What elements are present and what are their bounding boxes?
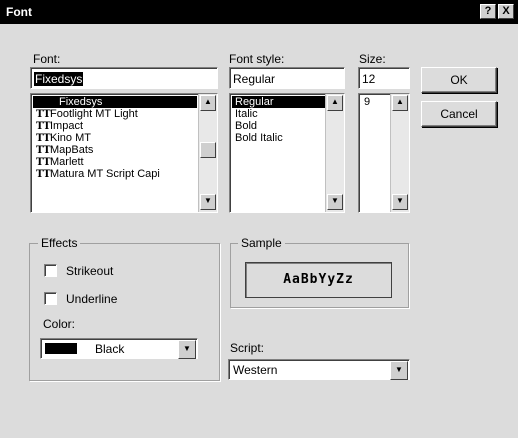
font-style-list-item[interactable]: Bold Italic [232, 132, 326, 144]
font-label: Font: [33, 52, 61, 66]
font-list[interactable]: Fixedsys TTFootlight MT Light TTImpact TTKi… [30, 93, 218, 213]
size-input[interactable]: 12 [358, 67, 410, 89]
font-style-value: Regular [233, 72, 276, 86]
truetype-icon: TT [36, 157, 51, 168]
size-scrollbar[interactable]: ▲ ▼ [390, 94, 409, 212]
font-list-item-label: Footlight MT Light [50, 108, 138, 120]
underline-label[interactable]: Underline [66, 292, 117, 306]
script-select[interactable]: Western ▼ [228, 359, 410, 380]
font-list-item-label: Impact [50, 120, 84, 132]
font-style-input[interactable]: Regular [229, 67, 345, 89]
font-name-input[interactable]: Fixedsys [30, 67, 218, 89]
sample-text: AaBbYyZz [283, 272, 354, 287]
font-style-list-item[interactable]: Regular [232, 96, 326, 108]
help-button[interactable]: ? [480, 4, 496, 19]
size-value: 12 [362, 72, 376, 86]
ok-button[interactable]: OK [421, 67, 497, 93]
font-list-item[interactable]: TTFootlight MT Light [33, 108, 197, 120]
font-list-item-label: Fixedsys [59, 96, 103, 108]
underline-checkbox[interactable] [44, 292, 57, 305]
sample-preview: AaBbYyZz [245, 262, 392, 298]
font-list-item[interactable]: TTMatura MT Script Capi [33, 168, 197, 180]
window-title: Font [6, 5, 32, 19]
font-style-list-item[interactable]: Italic [232, 108, 326, 120]
color-value: Black [95, 342, 125, 356]
font-list-item-label: MapBats [50, 144, 94, 156]
scroll-up-icon[interactable]: ▲ [327, 95, 343, 111]
truetype-icon: TT [36, 133, 51, 144]
font-name-value: Fixedsys [34, 72, 84, 86]
font-list-item[interactable]: TTImpact [33, 120, 197, 132]
strikeout-label[interactable]: Strikeout [66, 264, 113, 278]
script-label: Script: [230, 341, 265, 355]
color-swatch [45, 343, 77, 354]
cancel-button[interactable]: Cancel [421, 101, 497, 127]
scroll-down-icon[interactable]: ▼ [392, 194, 408, 210]
size-list-item[interactable]: 9 [361, 96, 391, 108]
font-style-scrollbar[interactable]: ▲ ▼ [325, 94, 344, 212]
chevron-down-icon[interactable]: ▼ [178, 340, 196, 359]
script-value: Western [233, 363, 278, 377]
font-list-scrollbar[interactable]: ▲ ▼ [198, 94, 217, 212]
color-label: Color: [43, 317, 76, 331]
truetype-icon: TT [36, 121, 51, 132]
truetype-icon: TT [36, 169, 51, 180]
scroll-thumb[interactable] [200, 142, 216, 158]
font-list-item-label: Matura MT Script Capi [50, 168, 160, 180]
size-list[interactable]: 9 ▲ ▼ [358, 93, 410, 213]
truetype-icon: TT [36, 109, 51, 120]
truetype-icon: TT [36, 145, 51, 156]
font-list-item[interactable]: TTMapBats [33, 144, 197, 156]
scroll-up-icon[interactable]: ▲ [392, 95, 408, 111]
font-style-list[interactable]: Regular Italic Bold Bold Italic ▲ ▼ [229, 93, 345, 213]
effects-title: Effects [38, 236, 81, 250]
font-list-item-label: Marlett [50, 156, 84, 168]
strikeout-checkbox[interactable] [44, 264, 57, 277]
font-list-item[interactable]: TTMarlett [33, 156, 197, 168]
title-bar [0, 0, 518, 24]
color-select[interactable]: Black ▼ [40, 338, 198, 359]
effects-group [29, 243, 220, 381]
scroll-down-icon[interactable]: ▼ [327, 194, 343, 210]
font-list-item-label: Kino MT [50, 132, 91, 144]
chevron-down-icon[interactable]: ▼ [390, 361, 408, 380]
font-style-label: Font style: [229, 52, 285, 66]
font-list-item[interactable]: Fixedsys [33, 96, 197, 108]
scroll-up-icon[interactable]: ▲ [200, 95, 216, 111]
font-list-item[interactable]: TTKino MT [33, 132, 197, 144]
sample-title: Sample [238, 236, 285, 250]
scroll-down-icon[interactable]: ▼ [200, 194, 216, 210]
size-label: Size: [359, 52, 386, 66]
font-style-list-item[interactable]: Bold [232, 120, 326, 132]
close-button[interactable]: X [498, 4, 514, 19]
